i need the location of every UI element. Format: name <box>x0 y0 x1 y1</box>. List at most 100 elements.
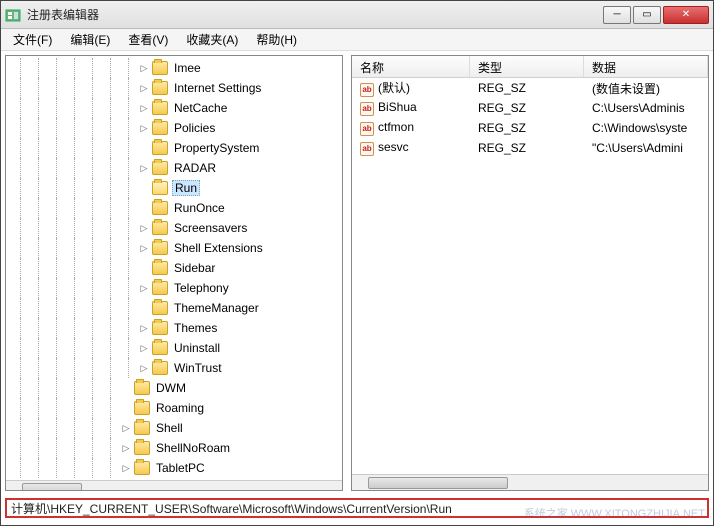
tree-item-label: Internet Settings <box>172 80 263 96</box>
tree-item[interactable]: ThemeManager <box>6 298 342 318</box>
menu-view[interactable]: 查看(V) <box>120 29 176 50</box>
expander-icon[interactable]: ▷ <box>138 342 150 354</box>
value-row[interactable]: absesvcREG_SZ"C:\Users\Admini <box>352 138 708 158</box>
tree-item[interactable]: PropertySystem <box>6 138 342 158</box>
tree-item-label: DWM <box>154 380 188 396</box>
expander-icon[interactable]: ▷ <box>120 462 132 474</box>
menu-file[interactable]: 文件(F) <box>5 29 60 50</box>
tree-item-label: Uninstall <box>172 340 222 356</box>
folder-icon <box>152 81 168 95</box>
folder-icon <box>134 461 150 475</box>
tree-item[interactable]: ▷ Themes <box>6 318 342 338</box>
tree-item-label: TabletPC <box>154 460 207 476</box>
value-name: ctfmon <box>378 120 414 134</box>
tree-item[interactable]: ▷ Internet Settings <box>6 78 342 98</box>
expander-icon[interactable]: ▷ <box>138 362 150 374</box>
tree-item[interactable]: ▷ShellNoRoam <box>6 438 342 458</box>
tree-item-label: Run <box>172 180 200 196</box>
expander-icon[interactable]: ▷ <box>138 82 150 94</box>
window-title: 注册表编辑器 <box>27 6 601 23</box>
tree-item-label: WinTrust <box>172 360 224 376</box>
tree-item[interactable]: ▷Screensavers <box>6 218 342 238</box>
value-type: REG_SZ <box>470 121 584 135</box>
expander-icon[interactable] <box>138 302 150 314</box>
column-type[interactable]: 类型 <box>470 56 584 77</box>
tree-item-label: Telephony <box>172 280 231 296</box>
tree-item-label: NetCache <box>172 100 229 116</box>
expander-icon[interactable]: ▷ <box>138 222 150 234</box>
folder-icon <box>152 261 168 275</box>
expander-icon[interactable]: ▷ <box>138 242 150 254</box>
tree-item[interactable]: ▷ Policies <box>6 118 342 138</box>
tree-horizontal-scrollbar[interactable] <box>6 480 342 491</box>
tree-item-label: Imee <box>172 60 203 76</box>
value-row[interactable]: abBiShuaREG_SZC:\Users\Adminis <box>352 98 708 118</box>
expander-icon[interactable]: ▷ <box>138 62 150 74</box>
expander-icon[interactable] <box>120 382 132 394</box>
values-list: ab(默认)REG_SZ(数值未设置)ab BiShua REG_SZC:\User… <box>352 78 708 158</box>
close-button[interactable]: ✕ <box>663 6 709 24</box>
value-name: sesvc <box>378 140 409 154</box>
tree-item[interactable]: ▷ Imee <box>6 58 342 78</box>
expander-icon[interactable] <box>138 142 150 154</box>
folder-icon <box>134 401 150 415</box>
value-data: "C:\Users\Admini <box>584 141 708 155</box>
value-name: BiShua <box>378 100 417 114</box>
content-area: ▷ Imee ▷ Internet Settings ▷ NetCache ▷ Policie… <box>1 51 713 495</box>
expander-icon[interactable] <box>138 182 150 194</box>
values-header: 名称 类型 数据 <box>352 56 708 78</box>
tree-item[interactable]: ▷ Telephony <box>6 278 342 298</box>
tree-item[interactable]: ▷ Uninstall <box>6 338 342 358</box>
folder-icon <box>152 221 168 235</box>
values-horizontal-scrollbar[interactable] <box>352 474 708 490</box>
folder-icon <box>152 361 168 375</box>
tree-item[interactable]: Roaming <box>6 398 342 418</box>
folder-icon <box>152 241 168 255</box>
folder-icon <box>152 201 168 215</box>
tree-item[interactable]: Run <box>6 178 342 198</box>
folder-icon <box>152 181 168 195</box>
value-data: C:\Users\Adminis <box>584 101 708 115</box>
expander-icon[interactable] <box>138 262 150 274</box>
string-value-icon: ab <box>360 122 374 136</box>
tree-item[interactable]: ▷ TabletPC <box>6 458 342 478</box>
expander-icon[interactable]: ▷ <box>138 122 150 134</box>
tree-item[interactable]: ▷ NetCache <box>6 98 342 118</box>
tree-pane[interactable]: ▷ Imee ▷ Internet Settings ▷ NetCache ▷ Policie… <box>5 55 343 491</box>
expander-icon[interactable]: ▷ <box>120 422 132 434</box>
tree-item[interactable]: RunOnce <box>6 198 342 218</box>
value-data: C:\Windows\syste <box>584 121 708 135</box>
folder-icon <box>152 61 168 75</box>
tree-item-label: Shell <box>154 420 185 436</box>
expander-icon[interactable]: ▷ <box>138 162 150 174</box>
expander-icon[interactable]: ▷ <box>138 322 150 334</box>
tree-item-label: Sidebar <box>172 260 217 276</box>
tree-item[interactable]: Sidebar <box>6 258 342 278</box>
expander-icon[interactable]: ▷ <box>138 102 150 114</box>
folder-icon <box>152 101 168 115</box>
menu-favorites[interactable]: 收藏夹(A) <box>178 29 246 50</box>
menu-edit[interactable]: 编辑(E) <box>62 29 118 50</box>
tree-item[interactable]: DWM <box>6 378 342 398</box>
tree-item[interactable]: ▷RADAR <box>6 158 342 178</box>
registry-tree: ▷ Imee ▷ Internet Settings ▷ NetCache ▷ Policie… <box>6 56 342 480</box>
string-value-icon: ab <box>360 102 374 116</box>
column-data[interactable]: 数据 <box>584 56 708 77</box>
value-row[interactable]: ab(默认)REG_SZ(数值未设置) <box>352 78 708 98</box>
tree-item[interactable]: ▷Shell Extensions <box>6 238 342 258</box>
expander-icon[interactable] <box>120 402 132 414</box>
column-name[interactable]: 名称 <box>352 56 470 77</box>
tree-item-label: Policies <box>172 120 217 136</box>
values-pane[interactable]: 名称 类型 数据 ab(默认)REG_SZ(数值未设置)ab BiShua REG_… <box>351 55 709 491</box>
tree-item[interactable]: ▷ WinTrust <box>6 358 342 378</box>
expander-icon[interactable] <box>138 202 150 214</box>
tree-item[interactable]: ▷ Shell <box>6 418 342 438</box>
expander-icon[interactable]: ▷ <box>120 442 132 454</box>
expander-icon[interactable]: ▷ <box>138 282 150 294</box>
minimize-button[interactable]: ─ <box>603 6 631 24</box>
folder-icon <box>134 421 150 435</box>
tree-item-label: Themes <box>172 320 219 336</box>
menu-help[interactable]: 帮助(H) <box>248 29 305 50</box>
value-row[interactable]: ab ctfmon REG_SZC:\Windows\syste <box>352 118 708 138</box>
maximize-button[interactable]: ▭ <box>633 6 661 24</box>
